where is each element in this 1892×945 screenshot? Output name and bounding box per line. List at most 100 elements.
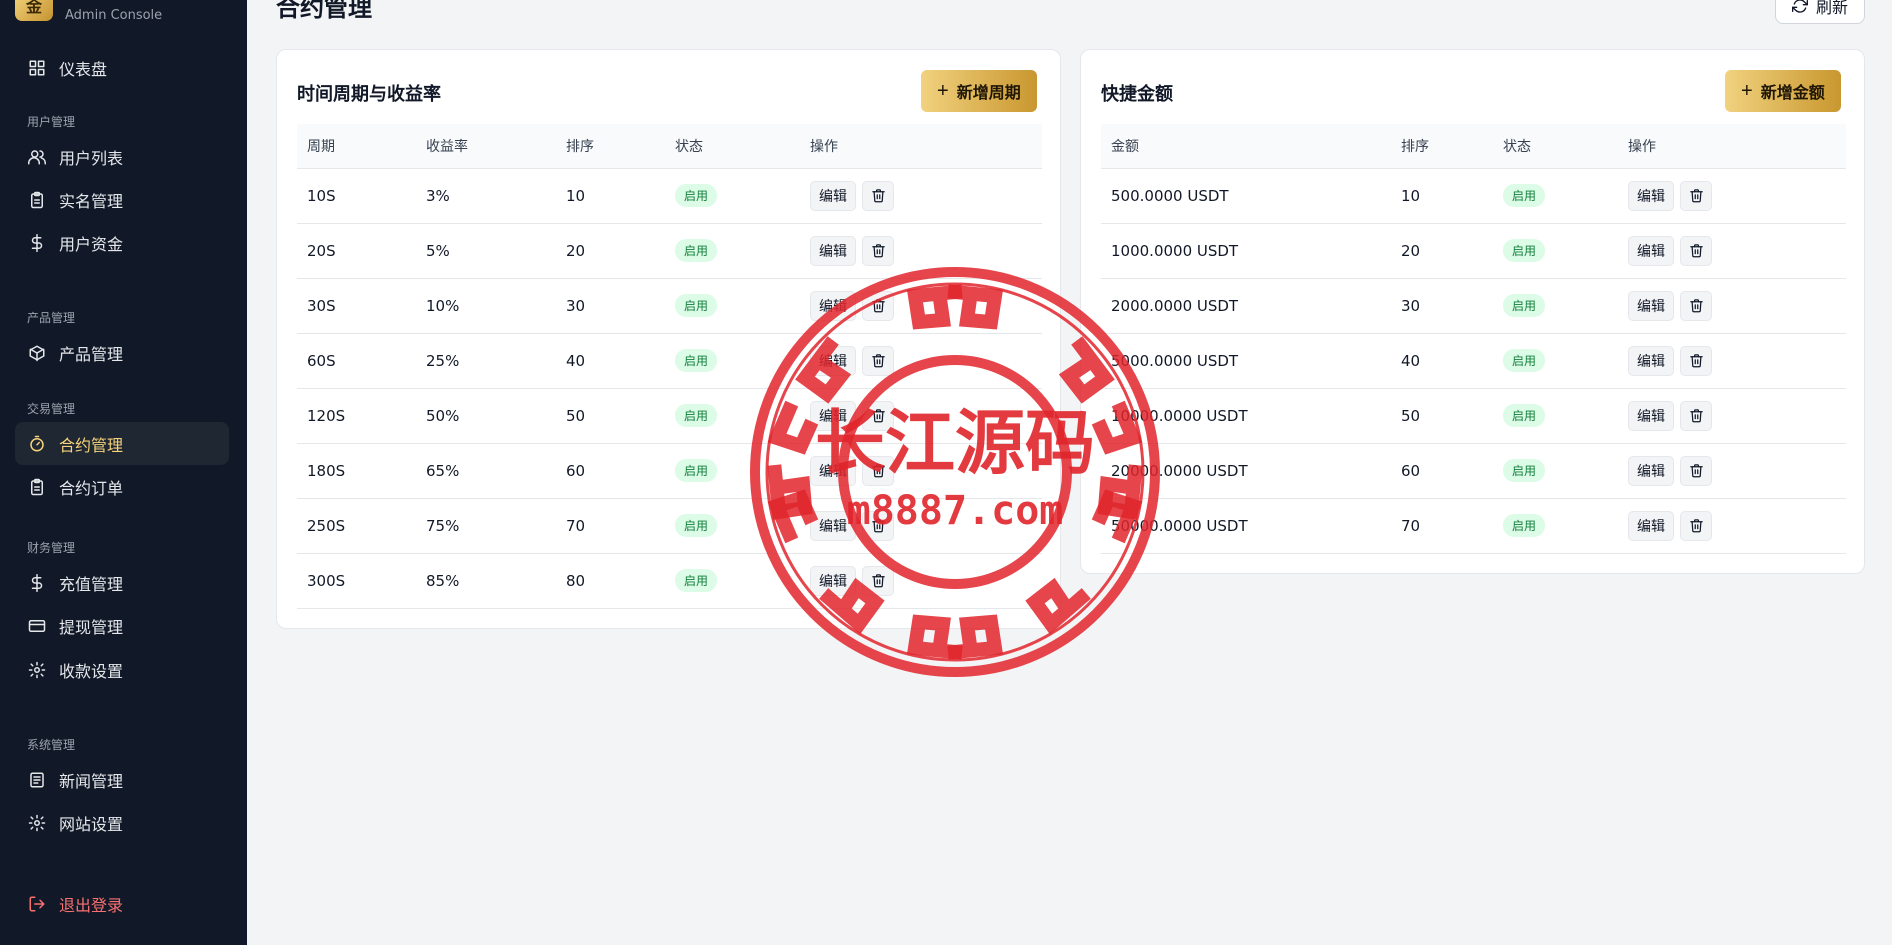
sidebar-item[interactable]: 网站设置 — [15, 801, 229, 844]
table-cell: 20S — [297, 222, 416, 278]
delete-button[interactable] — [862, 345, 894, 376]
status-badge: 启用 — [1503, 349, 1546, 372]
clipboard-icon — [27, 477, 47, 497]
delete-button[interactable] — [1680, 345, 1712, 376]
add-period-button[interactable]: + 新增周期 — [921, 70, 1037, 112]
delete-button[interactable] — [862, 290, 894, 321]
logout-button[interactable]: 退出登录 — [15, 882, 229, 925]
delete-button[interactable] — [1680, 290, 1712, 321]
status-cell: 启用 — [1493, 442, 1618, 498]
amounts-table: 金额 排序 状态 操作 500.0000 USDT 10 启用 编辑 1000.0000 US… — [1101, 124, 1846, 554]
table-cell: 85% — [416, 552, 556, 609]
column-header: 操作 — [810, 138, 838, 155]
sidebar-item[interactable]: 产品管理 — [15, 331, 229, 374]
edit-button[interactable]: 编辑 — [1628, 400, 1674, 431]
sidebar-item-label: 提现管理 — [59, 617, 124, 637]
table-cell: 20000.0000 USDT — [1101, 442, 1391, 498]
sidebar-item[interactable]: 用户资金 — [15, 221, 229, 264]
edit-button[interactable]: 编辑 — [1628, 290, 1674, 321]
card-icon — [27, 616, 47, 636]
sidebar-item[interactable]: 合约管理 — [15, 422, 229, 465]
status-badge: 启用 — [675, 459, 718, 482]
edit-button[interactable]: 编辑 — [810, 180, 856, 211]
actions-cell: 编辑 — [1618, 387, 1846, 443]
edit-button[interactable]: 编辑 — [810, 565, 856, 596]
edit-button[interactable]: 编辑 — [1628, 455, 1674, 486]
brand-logo: 金 — [15, 0, 53, 21]
table-cell: 30 — [556, 277, 665, 333]
table-cell: 10S — [297, 167, 416, 223]
status-badge: 启用 — [675, 239, 718, 262]
sidebar-item[interactable]: 收款设置 — [15, 648, 229, 691]
refresh-button[interactable]: 刷新 — [1775, 0, 1866, 24]
trash-icon — [1689, 188, 1704, 203]
status-badge: 启用 — [1503, 404, 1546, 427]
actions-cell: 编辑 — [1618, 497, 1846, 554]
status-cell: 启用 — [1493, 222, 1618, 278]
table-cell: 70 — [556, 497, 665, 553]
column-header: 收益率 — [426, 138, 468, 155]
sidebar-item[interactable]: 新闻管理 — [15, 758, 229, 801]
trash-icon — [871, 243, 886, 258]
status-cell: 启用 — [1493, 167, 1618, 223]
delete-button[interactable] — [862, 510, 894, 541]
delete-button[interactable] — [862, 455, 894, 486]
delete-button[interactable] — [862, 400, 894, 431]
sidebar-item[interactable]: 合约订单 — [15, 465, 229, 508]
edit-button[interactable]: 编辑 — [1628, 510, 1674, 541]
sidebar-item[interactable]: 仪表盘 — [15, 46, 229, 89]
delete-button[interactable] — [862, 565, 894, 596]
status-cell: 启用 — [1493, 497, 1618, 554]
edit-button[interactable]: 编辑 — [810, 345, 856, 376]
brand-subtitle: Admin Console — [65, 8, 163, 23]
table-cell: 500.0000 USDT — [1101, 167, 1391, 223]
sidebar: 金 Admin Console 仪表盘 用户管理 用户列表 实名管理 用户资金 产品管理产… — [0, 0, 247, 945]
sidebar-item-label: 收款设置 — [59, 661, 124, 681]
edit-button[interactable]: 编辑 — [1628, 235, 1674, 266]
trash-icon — [871, 298, 886, 313]
trash-icon — [871, 573, 886, 588]
status-cell: 启用 — [665, 167, 800, 223]
delete-button[interactable] — [1680, 510, 1712, 541]
add-amount-button[interactable]: + 新增金额 — [1725, 70, 1841, 112]
box-icon — [27, 343, 47, 363]
sidebar-item[interactable]: 实名管理 — [15, 178, 229, 221]
table-cell: 40 — [1391, 332, 1493, 388]
edit-button[interactable]: 编辑 — [1628, 180, 1674, 211]
table-row: 60S 25% 40 启用 编辑 — [297, 332, 1042, 388]
trash-icon — [871, 463, 886, 478]
column-header: 操作 — [1628, 138, 1656, 155]
amounts-header-row: 金额 排序 状态 操作 — [1101, 124, 1846, 168]
table-cell: 40 — [556, 332, 665, 388]
table-cell: 120S — [297, 387, 416, 443]
edit-button[interactable]: 编辑 — [810, 400, 856, 431]
sidebar-item[interactable]: 提现管理 — [15, 604, 229, 647]
delete-button[interactable] — [862, 180, 894, 211]
delete-button[interactable] — [1680, 235, 1712, 266]
add-period-label: 新增周期 — [956, 85, 1021, 102]
delete-button[interactable] — [1680, 180, 1712, 211]
edit-button[interactable]: 编辑 — [1628, 345, 1674, 376]
delete-button[interactable] — [1680, 400, 1712, 431]
column-header: 状态 — [1503, 138, 1531, 155]
edit-button[interactable]: 编辑 — [810, 290, 856, 321]
edit-button[interactable]: 编辑 — [810, 455, 856, 486]
status-badge: 启用 — [675, 294, 718, 317]
sidebar-item[interactable]: 充值管理 — [15, 561, 229, 604]
delete-button[interactable] — [1680, 455, 1712, 486]
table-cell: 180S — [297, 442, 416, 498]
table-cell: 50 — [556, 387, 665, 443]
edit-button[interactable]: 编辑 — [810, 510, 856, 541]
table-cell: 60S — [297, 332, 416, 388]
actions-cell: 编辑 — [1618, 332, 1846, 388]
status-badge: 启用 — [1503, 514, 1546, 537]
periods-table: 周期 收益率 排序 状态 操作 10S 3% 10 启用 编辑 20S 5% 20 启用 编辑 30S 10%… — [297, 124, 1042, 609]
actions-cell: 编辑 — [800, 552, 1042, 609]
status-badge: 启用 — [675, 514, 718, 537]
table-cell: 20 — [556, 222, 665, 278]
edit-button[interactable]: 编辑 — [810, 235, 856, 266]
trash-icon — [1689, 353, 1704, 368]
actions-cell: 编辑 — [800, 332, 1042, 388]
sidebar-item[interactable]: 用户列表 — [15, 135, 229, 178]
delete-button[interactable] — [862, 235, 894, 266]
